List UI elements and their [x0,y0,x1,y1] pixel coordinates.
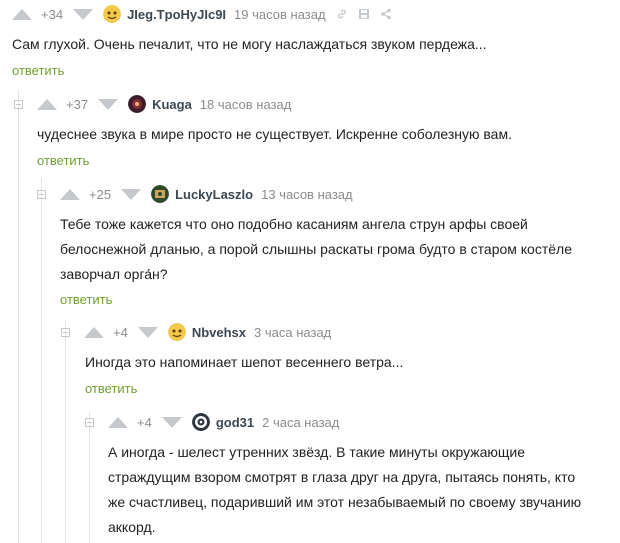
comment-time[interactable]: 2 часа назад [262,415,339,430]
upvote-icon[interactable] [37,98,57,110]
avatar[interactable] [151,185,170,203]
save-icon[interactable] [358,8,370,20]
comment-text-line: А иногда - шелест утренних звёзд. В таки… [108,444,526,460]
avatar[interactable] [191,413,210,431]
downvote-icon[interactable] [161,416,182,428]
comment-time[interactable]: 13 часов назад [261,187,353,202]
comment-text-line: заворчал орга́н? [60,266,168,282]
thread-line [18,90,19,543]
comment-text-line: белоснежной дланью, а порой слышны раска… [60,241,572,257]
comment-header: +4 god31 2 часа назад [85,411,339,433]
collapse-icon[interactable] [37,189,46,199]
comment-author[interactable]: Nbvehsx [192,325,246,340]
downvote-icon[interactable] [121,188,142,200]
reply-link[interactable]: ответить [85,381,137,396]
comment-header: +25 LuckyLaszlo 13 часов назад [37,183,353,205]
comment-text-line: страждущим взором смотрят в глаза друг н… [108,469,576,485]
reply-link[interactable]: ответить [60,292,112,307]
comment-text-line: Тебе тоже кажется что оно подобно касани… [60,216,528,232]
avatar[interactable] [128,95,147,113]
upvote-icon[interactable] [108,416,128,428]
comment-time[interactable]: 3 часа назад [254,325,331,340]
comment-text: Иногда это напоминает шепот весеннего ве… [85,354,404,370]
upvote-icon[interactable] [12,8,32,20]
comment-rating: +37 [66,96,89,112]
comment-text: Тебе тоже кажется что оно подобно касани… [60,212,572,287]
collapse-icon[interactable] [14,99,23,109]
comment-text: чудеснее звука в мире просто не существу… [37,126,512,142]
comment-author[interactable]: Kuaga [152,97,192,112]
upvote-icon[interactable] [60,188,80,200]
avatar[interactable] [103,5,122,23]
comment-text: Сам глухой. Очень печалит, что не могу н… [12,36,487,52]
reply-link[interactable]: ответить [12,63,64,78]
reply-link[interactable]: ответить [37,153,89,168]
downvote-icon[interactable] [137,326,158,338]
comment-header: +4 Nbvehsx 3 часа назад [61,321,331,343]
downvote-icon[interactable] [98,98,119,110]
thread-line [41,178,42,543]
comment-author[interactable]: LuckyLaszlo [175,187,253,202]
comment-rating: +25 [89,186,112,202]
upvote-icon[interactable] [84,326,104,338]
share-icon[interactable] [380,8,392,20]
collapse-icon[interactable] [85,417,94,427]
comment-rating: +4 [113,324,128,340]
comment-text: А иногда - шелест утренних звёзд. В таки… [108,440,581,540]
comment-rating: +4 [137,414,152,430]
thread-line [65,320,66,543]
avatar[interactable] [167,323,186,341]
downvote-icon[interactable] [73,8,94,20]
comment-text-line: аккорд. [108,519,156,535]
comment-time[interactable]: 19 часов назад [234,7,326,22]
comment-header: +34 JIeg.TpoHyJIc9I 19 часов назад [12,3,392,25]
comment-header: +37 Kuaga 18 часов назад [14,93,291,115]
link-icon[interactable] [336,8,348,20]
comment-rating: +34 [41,6,64,22]
comment-author[interactable]: god31 [216,415,254,430]
comment-text-line: же счастливец, подаривший им этот незабы… [108,494,582,510]
collapse-icon[interactable] [61,327,70,337]
comment-time[interactable]: 18 часов назад [200,97,292,112]
comment-author[interactable]: JIeg.TpoHyJIc9I [127,7,226,22]
